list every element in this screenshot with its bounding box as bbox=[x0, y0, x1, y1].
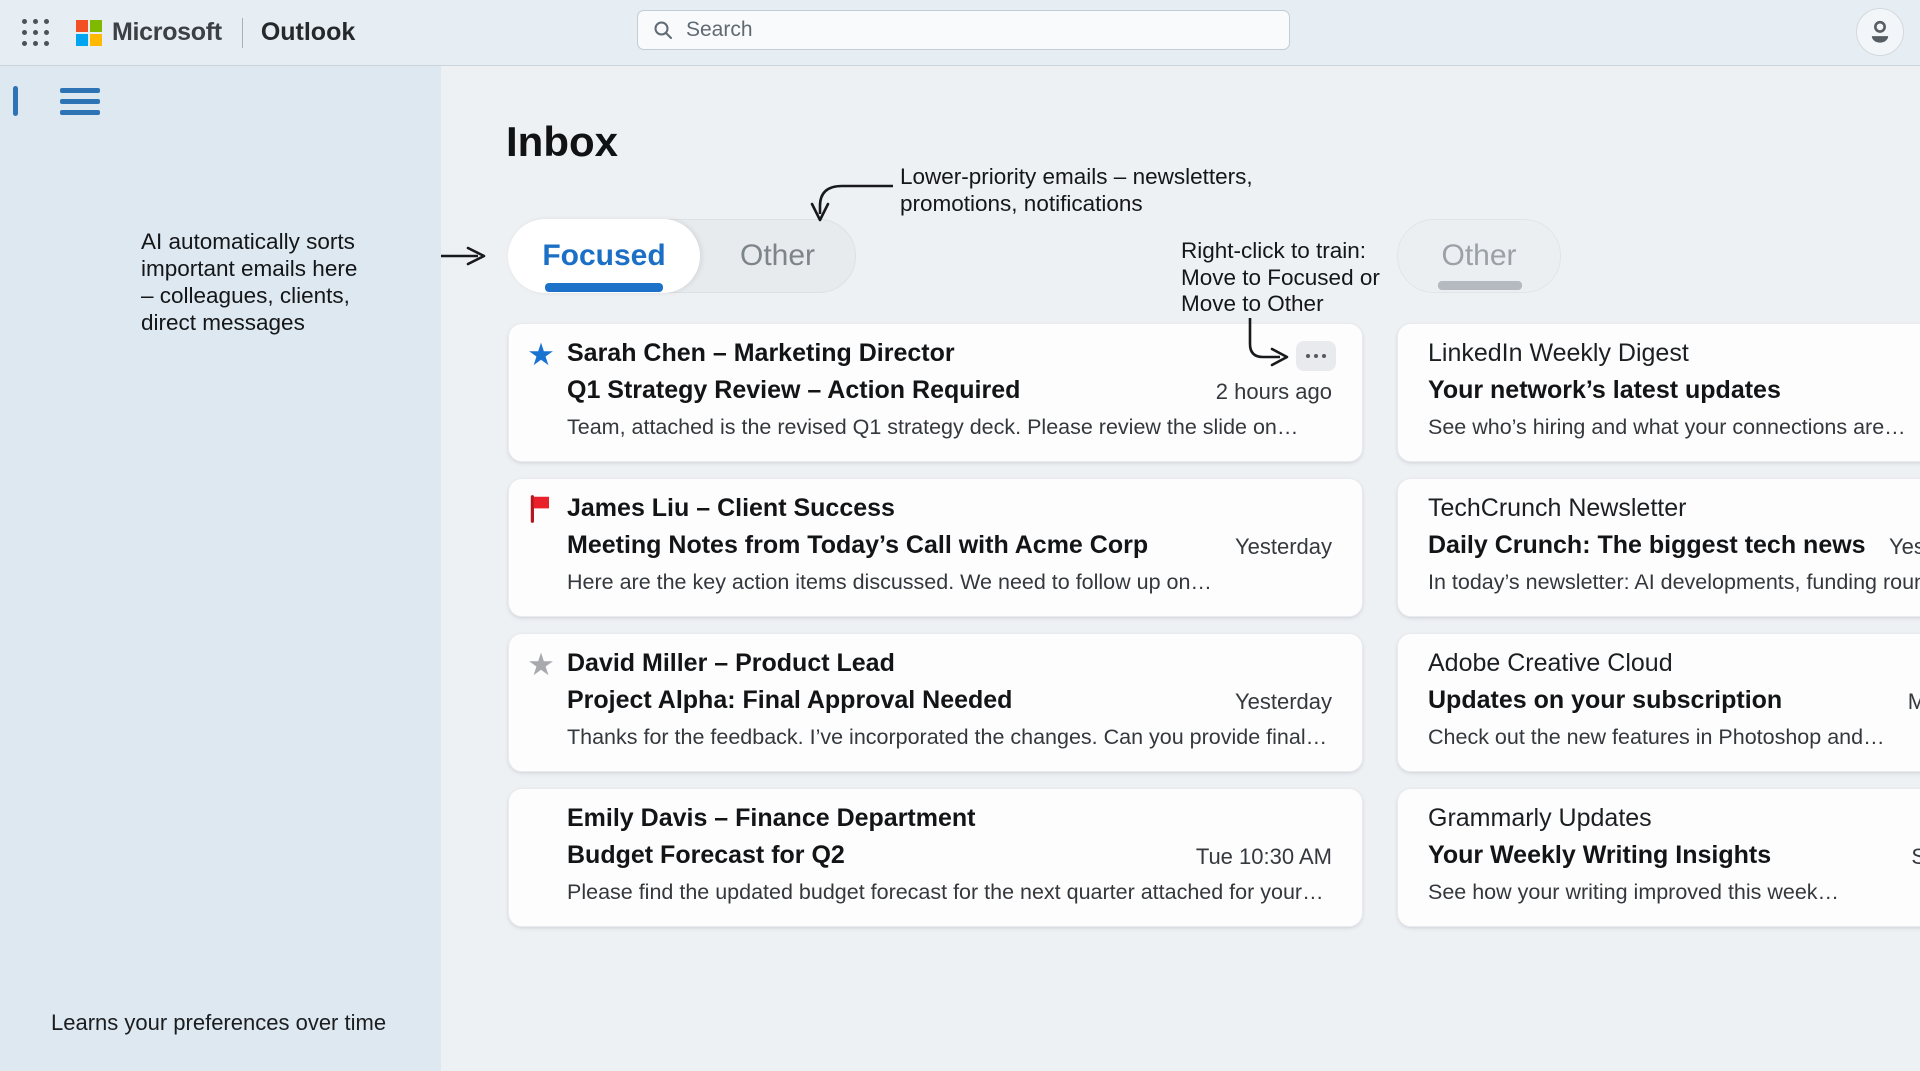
email-subject: Daily Crunch: The biggest tech news bbox=[1428, 531, 1866, 560]
annotation-line: – colleagues, clients, bbox=[141, 282, 421, 309]
email-preview: Check out the new features in Photoshop … bbox=[1428, 725, 1920, 750]
tab-other-column[interactable]: Other bbox=[1397, 219, 1561, 293]
annotation-ai-sorting: AI automatically sorts important emails … bbox=[141, 228, 421, 336]
annotation-line: Lower-priority emails – newsletters, bbox=[900, 163, 1260, 190]
search-box[interactable] bbox=[637, 10, 1290, 50]
tab-focused[interactable]: Focused bbox=[508, 219, 700, 293]
annotation-line: important emails here bbox=[141, 255, 421, 282]
email-subject: Your network’s latest updates bbox=[1428, 376, 1781, 405]
flag-icon[interactable] bbox=[524, 493, 558, 527]
inbox-tab-switcher: Focused Other bbox=[508, 219, 856, 293]
tab-focused-label: Focused bbox=[542, 239, 665, 273]
email-preview: Team, attached is the revised Q1 strateg… bbox=[567, 415, 1336, 440]
top-app-bar: Microsoft Outlook bbox=[0, 0, 1920, 66]
annotation-line: direct messages bbox=[141, 309, 421, 336]
email-preview: See how your writing improved this week… bbox=[1428, 880, 1920, 905]
star-outline-icon[interactable]: ★ bbox=[524, 648, 558, 682]
annotation-line: Move to Focused or bbox=[1181, 265, 1411, 292]
email-sender: Sarah Chen – Marketing Director bbox=[567, 339, 955, 368]
email-subject: Q1 Strategy Review – Action Required bbox=[567, 376, 1020, 405]
email-card-other-4[interactable]: Grammarly Updates Your Weekly Writing In… bbox=[1397, 788, 1920, 927]
email-preview: See who’s hiring and what your connectio… bbox=[1428, 415, 1920, 440]
email-card-other-2[interactable]: TechCrunch Newsletter Daily Crunch: The … bbox=[1397, 478, 1920, 617]
menu-hamburger-icon[interactable] bbox=[60, 88, 104, 116]
tab-other-column-label: Other bbox=[1441, 239, 1516, 273]
account-button[interactable] bbox=[1856, 8, 1904, 56]
microsoft-label: Microsoft bbox=[112, 18, 222, 47]
active-page-indicator bbox=[13, 86, 18, 116]
email-time: Tue 10:30 AM bbox=[1196, 844, 1332, 870]
annotation-right-click-train: Right-click to train: Move to Focused or… bbox=[1181, 238, 1411, 318]
microsoft-logo-icon bbox=[76, 20, 102, 46]
annotation-line: Right-click to train: bbox=[1181, 238, 1411, 265]
annotation-lower-priority: Lower-priority emails – newsletters, pro… bbox=[900, 163, 1260, 217]
email-card-focused-3[interactable]: ★ David Miller – Product Lead Project Al… bbox=[508, 633, 1363, 772]
search-input[interactable] bbox=[686, 18, 1275, 42]
email-sender: LinkedIn Weekly Digest bbox=[1428, 339, 1689, 368]
annotation-learns-preferences: Learns your preferences over time bbox=[51, 1010, 386, 1036]
email-subject: Project Alpha: Final Approval Needed bbox=[567, 686, 1012, 715]
email-sender: Adobe Creative Cloud bbox=[1428, 649, 1673, 678]
annotation-line: AI automatically sorts bbox=[141, 228, 421, 255]
email-sender: Emily Davis – Finance Department bbox=[567, 804, 975, 833]
more-options-button[interactable] bbox=[1296, 341, 1336, 371]
app-launcher-icon[interactable] bbox=[12, 10, 58, 56]
annotation-line: promotions, notifications bbox=[900, 190, 1260, 217]
focused-active-underline bbox=[545, 283, 663, 292]
email-preview: Please find the updated budget forecast … bbox=[567, 880, 1336, 905]
email-preview: In today’s newsletter: AI developments, … bbox=[1428, 570, 1920, 595]
email-sender: TechCrunch Newsletter bbox=[1428, 494, 1686, 523]
email-preview: Here are the key action items discussed.… bbox=[567, 570, 1336, 595]
email-sender: David Miller – Product Lead bbox=[567, 649, 895, 678]
email-preview: Thanks for the feedback. I’ve incorporat… bbox=[567, 725, 1336, 750]
product-name: Outlook bbox=[261, 18, 355, 47]
email-sender: James Liu – Client Success bbox=[567, 494, 895, 523]
email-card-other-3[interactable]: Adobe Creative Cloud Updates on your sub… bbox=[1397, 633, 1920, 772]
annotation-line: Move to Other bbox=[1181, 291, 1411, 318]
email-time: Yesterday bbox=[1235, 689, 1332, 715]
tab-other-label: Other bbox=[740, 239, 815, 273]
email-time: Yesterday bbox=[1235, 534, 1332, 560]
email-time: Sunday bbox=[1911, 844, 1920, 870]
other-tab-underline bbox=[1438, 281, 1522, 290]
left-sidebar: AI automatically sorts important emails … bbox=[0, 66, 441, 1071]
page-title-inbox: Inbox bbox=[506, 118, 618, 166]
email-subject: Your Weekly Writing Insights bbox=[1428, 841, 1771, 870]
email-subject: Budget Forecast for Q2 bbox=[567, 841, 845, 870]
email-time: 2 hours ago bbox=[1216, 379, 1332, 405]
brand-divider bbox=[242, 18, 243, 48]
tab-other[interactable]: Other bbox=[700, 220, 855, 292]
email-card-other-1[interactable]: LinkedIn Weekly Digest Your network’s la… bbox=[1397, 323, 1920, 462]
email-subject: Updates on your subscription bbox=[1428, 686, 1782, 715]
star-filled-icon[interactable]: ★ bbox=[524, 338, 558, 372]
email-card-focused-1[interactable]: ★ Sarah Chen – Marketing Director Q1 Str… bbox=[508, 323, 1363, 462]
email-time: Monday bbox=[1908, 689, 1920, 715]
microsoft-brand-link[interactable]: Microsoft bbox=[76, 18, 222, 47]
email-card-focused-2[interactable]: James Liu – Client Success Meeting Notes… bbox=[508, 478, 1363, 617]
account-person-icon bbox=[1866, 18, 1894, 46]
email-time: Yesterday bbox=[1889, 534, 1920, 560]
email-card-focused-4[interactable]: Emily Davis – Finance Department Budget … bbox=[508, 788, 1363, 927]
email-sender: Grammarly Updates bbox=[1428, 804, 1652, 833]
search-icon bbox=[652, 19, 674, 41]
email-subject: Meeting Notes from Today’s Call with Acm… bbox=[567, 531, 1148, 560]
